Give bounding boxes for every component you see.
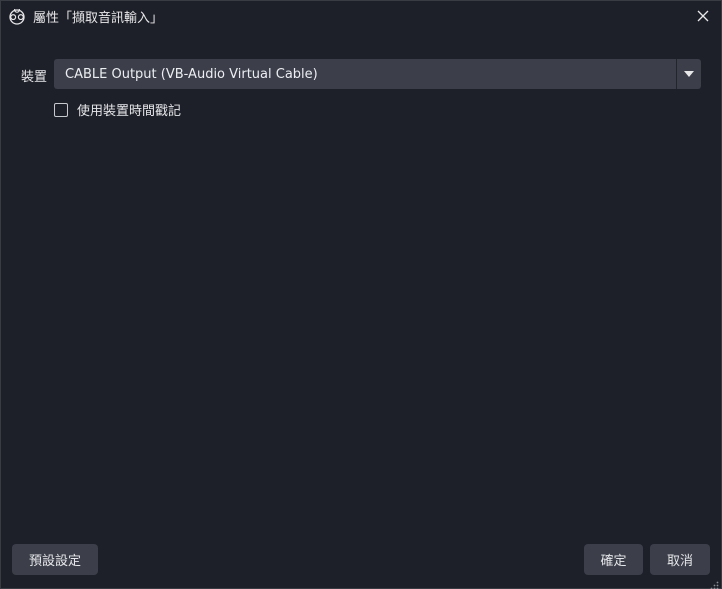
window-title: 屬性「擷取音訊輸入」 [33,11,164,26]
properties-content: 裝置 CABLE Output (VB-Audio Virtual Cable)… [1,32,721,589]
close-button[interactable] [685,1,721,32]
device-select-value: CABLE Output (VB-Audio Virtual Cable) [65,66,318,82]
defaults-button[interactable]: 預設設定 [12,544,98,575]
use-device-timestamps-checkbox[interactable]: 使用裝置時間戳記 [54,100,181,119]
properties-dialog: 屬性「擷取音訊輸入」 裝置 CABLE Output (VB-Audio Vir… [0,0,722,589]
ok-button[interactable]: 確定 [584,544,643,575]
use-device-timestamps-label: 使用裝置時間戳記 [77,104,182,119]
resize-grip-icon[interactable] [709,576,719,589]
checkbox-box[interactable] [54,102,68,117]
caret-down-icon[interactable] [676,59,701,89]
title-bar: 屬性「擷取音訊輸入」 [1,1,721,32]
obs-logo-icon [9,8,25,25]
device-label: 裝置 [21,70,48,85]
device-select[interactable]: CABLE Output (VB-Audio Virtual Cable) [54,59,701,89]
cancel-button[interactable]: 取消 [650,544,710,575]
close-icon [697,7,709,26]
